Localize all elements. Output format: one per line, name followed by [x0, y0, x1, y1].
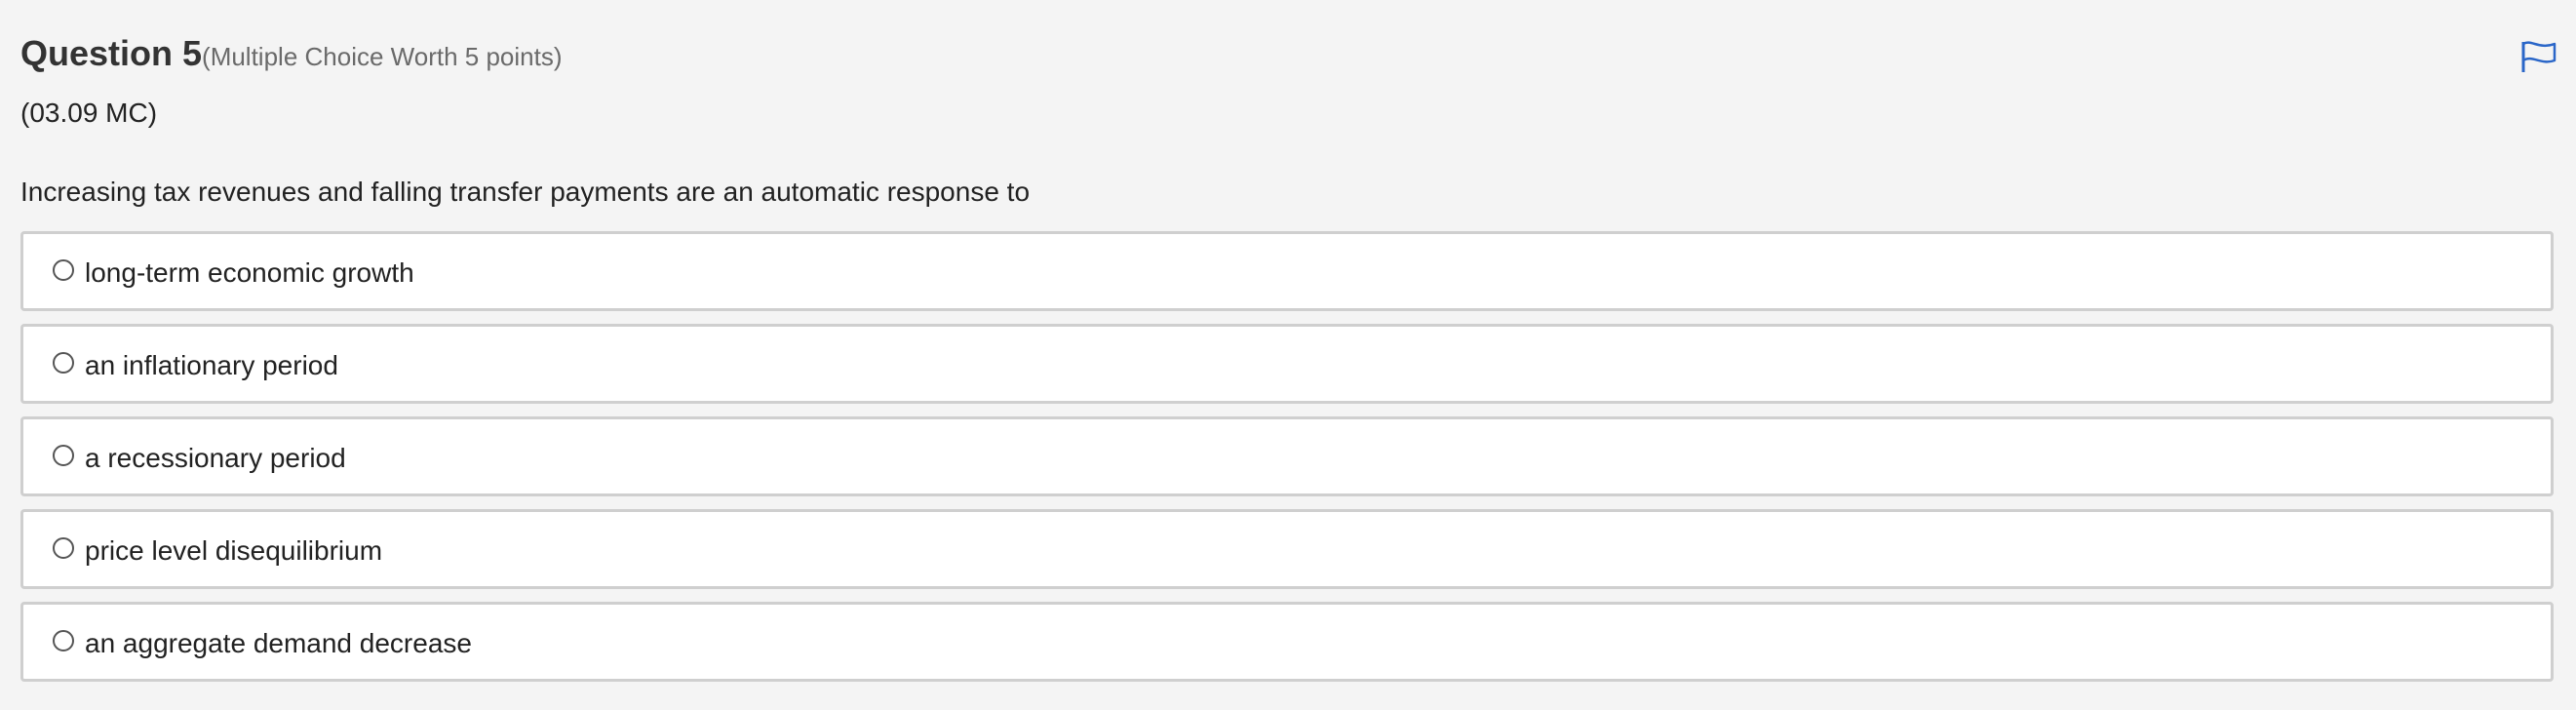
- answer-option-label: a recessionary period: [85, 443, 346, 473]
- answer-option[interactable]: long-term economic growth: [20, 231, 2554, 311]
- answer-option-label: an aggregate demand decrease: [85, 628, 472, 658]
- answer-option[interactable]: a recessionary period: [20, 416, 2554, 496]
- answer-option-label: an inflationary period: [85, 350, 338, 380]
- question-header: Question 5 (Multiple Choice Worth 5 poin…: [20, 33, 562, 74]
- question-title: Question 5: [20, 33, 203, 73]
- answer-option[interactable]: an inflationary period: [20, 324, 2554, 404]
- question-worth: (Multiple Choice Worth 5 points): [202, 42, 563, 71]
- flag-icon[interactable]: [2519, 39, 2558, 74]
- question-prompt: Increasing tax revenues and falling tran…: [20, 177, 1031, 207]
- answer-option[interactable]: an aggregate demand decrease: [20, 602, 2554, 682]
- answer-option-label: price level disequilibrium: [85, 535, 383, 566]
- radio-button[interactable]: [53, 537, 74, 559]
- question-code: (03.09 MC): [20, 98, 158, 128]
- radio-button[interactable]: [53, 352, 74, 374]
- answer-option-label: long-term economic growth: [85, 257, 414, 288]
- radio-button[interactable]: [53, 630, 74, 651]
- radio-button[interactable]: [53, 259, 74, 281]
- radio-button[interactable]: [53, 445, 74, 466]
- answer-options: long-term economic growth an inflationar…: [20, 231, 2554, 694]
- answer-option[interactable]: price level disequilibrium: [20, 509, 2554, 589]
